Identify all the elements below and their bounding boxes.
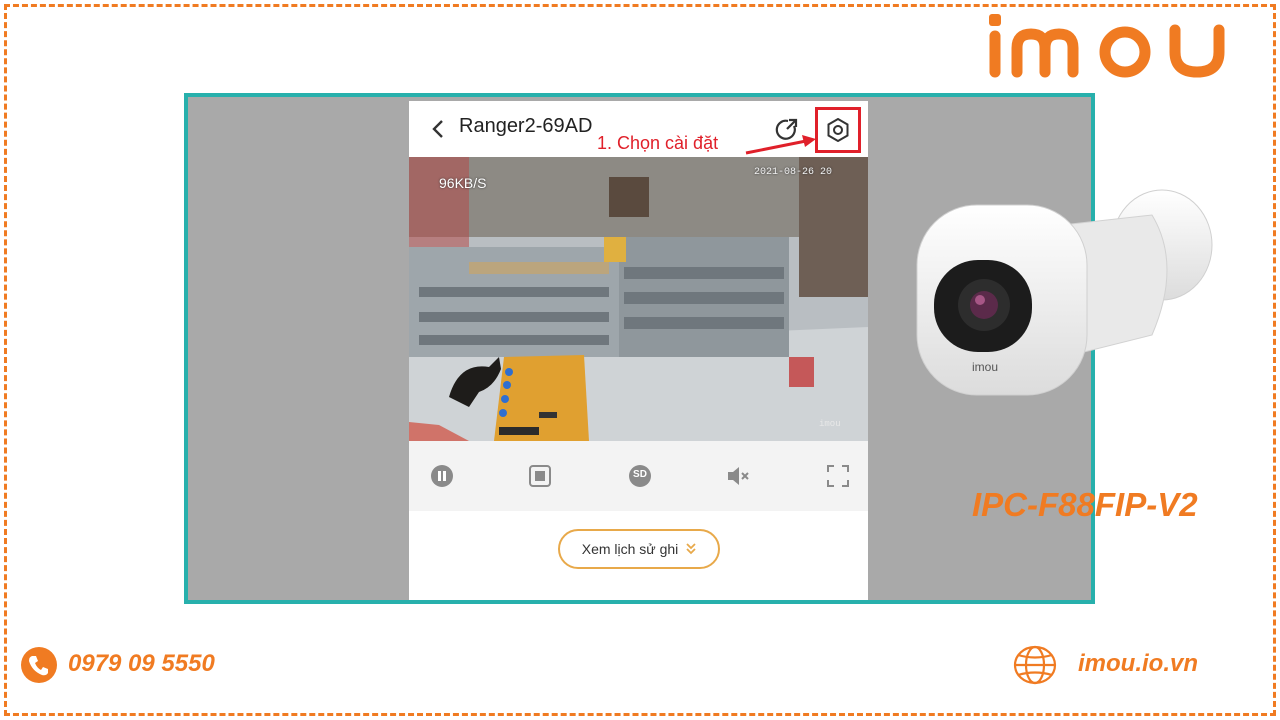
app-header: Ranger2-69AD 1. Chọn cài đặt <box>409 101 868 157</box>
camera-body-label: imou <box>972 360 999 374</box>
pause-icon[interactable] <box>429 463 455 489</box>
video-watermark: imou <box>819 419 841 429</box>
double-chevron-down-icon <box>686 543 696 555</box>
website-url[interactable]: imou.io.vn <box>1078 650 1198 678</box>
contact-phone-number: 0979 09 5550 <box>68 650 215 677</box>
store-camera-scene <box>409 157 868 441</box>
live-video-feed[interactable]: 96KB/S 2021-08-26 20 imou <box>409 157 868 441</box>
fullscreen-icon[interactable] <box>825 463 851 489</box>
camera-product-image <box>916 189 1213 396</box>
screenshot-icon[interactable] <box>527 463 553 489</box>
history-button-label: Xem lịch sử ghi <box>581 541 679 557</box>
playback-controls: SD <box>409 441 868 511</box>
imou-logo <box>989 14 1225 78</box>
phone-app-screen: Ranger2-69AD 1. Chọn cài đặt 96KB/S 2021… <box>409 101 868 600</box>
settings-highlight-box <box>815 107 861 153</box>
sd-quality-icon[interactable]: SD <box>627 463 653 489</box>
view-recording-history-button[interactable]: Xem lịch sử ghi <box>558 529 720 569</box>
settings-icon[interactable] <box>826 118 850 142</box>
web-globe-icon <box>1013 645 1057 685</box>
product-model-name: IPC-F88FIP-V2 <box>972 486 1198 523</box>
annotation-arrow-icon <box>745 135 816 155</box>
sd-label: SD <box>633 469 647 480</box>
back-arrow-icon[interactable] <box>431 119 445 139</box>
bitrate-readout: 96KB/S <box>439 175 487 191</box>
device-name-title: Ranger2-69AD <box>459 115 593 137</box>
video-timestamp: 2021-08-26 20 <box>754 167 833 178</box>
instruction-annotation: 1. Chọn cài đặt <box>597 133 719 153</box>
phone-icon <box>21 647 57 683</box>
mute-icon[interactable] <box>725 463 751 489</box>
